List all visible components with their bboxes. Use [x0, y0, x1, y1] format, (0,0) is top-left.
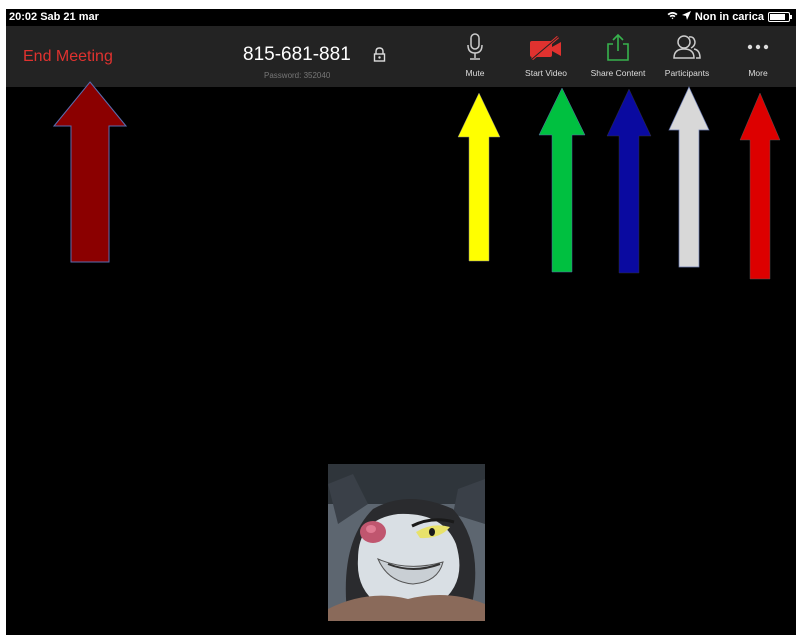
arrow-end-meeting	[53, 81, 127, 263]
mute-label: Mute	[465, 68, 485, 78]
arrow-more	[739, 92, 781, 280]
more-button[interactable]: More	[718, 32, 796, 78]
microphone-icon	[435, 32, 515, 62]
cat-avatar-image	[328, 464, 485, 621]
location-arrow-icon	[681, 11, 691, 23]
share-content-label: Share Content	[590, 68, 646, 78]
arrow-start-video	[538, 87, 586, 273]
meeting-password: Password: 352040	[264, 71, 331, 80]
status-bar: 20:02 Sab 21 mar Non in carica	[6, 9, 796, 26]
participants-label: Participants	[664, 68, 710, 78]
charging-status: Non in carica	[694, 11, 764, 23]
end-meeting-button[interactable]: End Meeting	[23, 48, 113, 66]
start-video-button[interactable]: Start Video	[506, 32, 586, 78]
status-time: 20:02 Sab 21 mar	[9, 11, 99, 23]
arrow-mute	[457, 92, 501, 262]
more-label: More	[748, 68, 768, 78]
status-right: Non in carica	[667, 11, 792, 23]
share-content-button[interactable]: Share Content	[578, 32, 658, 78]
wifi-icon	[667, 11, 678, 23]
participant-video-thumbnail[interactable]	[328, 464, 485, 621]
lock-icon	[373, 47, 386, 67]
share-icon	[578, 32, 658, 62]
participants-button[interactable]: Participants	[647, 32, 727, 78]
arrow-participants	[668, 86, 710, 268]
meeting-toolbar: End Meeting 815-681-881 Password: 352040…	[6, 26, 796, 87]
meeting-id: 815-681-881	[243, 44, 351, 65]
more-icon	[718, 32, 796, 62]
video-off-icon	[506, 32, 586, 62]
arrow-share-content	[606, 88, 652, 274]
battery-icon	[768, 12, 792, 22]
start-video-label: Start Video	[525, 68, 567, 78]
zoom-meeting-screen: 20:02 Sab 21 mar Non in carica End Meeti…	[6, 9, 796, 635]
participants-icon	[647, 32, 727, 62]
mute-button[interactable]: Mute	[435, 32, 515, 78]
